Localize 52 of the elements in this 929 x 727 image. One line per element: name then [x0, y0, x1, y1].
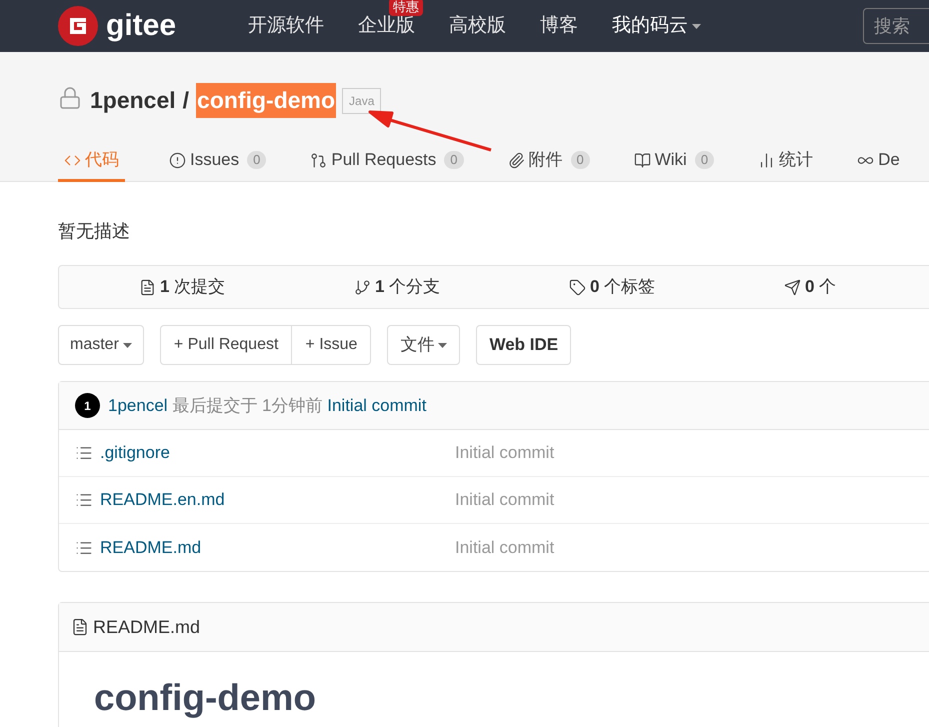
pull-request-icon	[310, 152, 328, 168]
branch-icon[interactable]	[354, 278, 371, 296]
logo-icon	[58, 6, 98, 46]
pull-request-button[interactable]: + Pull Request	[160, 325, 292, 365]
repo-tab[interactable]: 附件 0	[508, 148, 590, 182]
paperclip-icon	[508, 152, 524, 168]
document-icon[interactable]	[139, 278, 156, 296]
repo-owner[interactable]: 1pencel	[90, 83, 176, 118]
repo-tab[interactable]: Wiki 0	[634, 148, 714, 182]
caret-icon	[692, 24, 701, 28]
file-link[interactable]: README.md	[100, 534, 455, 560]
last-commit-info: 1pencel 最后提交于 1分钟前 Initial commit	[108, 394, 426, 417]
avatar: 1	[75, 393, 100, 418]
repo-tab[interactable]: Pull Requests 0	[310, 148, 464, 182]
branch-select[interactable]: master	[58, 325, 144, 365]
readme-heading: config-demo	[93, 676, 317, 720]
book-icon	[634, 152, 651, 168]
nav-link[interactable]: 高校版	[449, 12, 506, 40]
web-ide-button[interactable]: Web IDE	[476, 325, 572, 365]
file-menu-button[interactable]: 文件	[387, 325, 460, 365]
tag-icon[interactable]	[569, 278, 586, 296]
issue-button[interactable]: + Issue	[292, 325, 372, 365]
file-icon	[75, 491, 93, 509]
count-badge: 0	[247, 151, 266, 169]
promo-badge: 特惠	[389, 0, 423, 16]
nav-link[interactable]: 博客	[540, 12, 578, 40]
caret-icon	[122, 342, 132, 348]
repo-tab[interactable]: 统计	[758, 148, 814, 182]
path-separator: /	[182, 86, 190, 116]
repo-tab[interactable]: De	[857, 148, 900, 182]
count-badge: 0	[570, 151, 590, 169]
count-badge: 0	[694, 151, 714, 169]
logo-text: gitee	[106, 11, 176, 41]
stat-link[interactable]: 1 次提交	[160, 274, 226, 300]
document-icon	[71, 618, 89, 636]
file-link[interactable]: .gitignore	[100, 440, 455, 466]
file-link[interactable]: README.en.md	[100, 487, 455, 513]
lock-icon	[58, 86, 82, 110]
readme-title: README.md	[93, 616, 200, 638]
stat-link[interactable]: 1 个分支	[375, 274, 440, 300]
nav-link[interactable]: 我的码云	[612, 12, 701, 40]
nav-link[interactable]: 开源软件	[248, 12, 324, 40]
repo-description: 暂无描述	[58, 220, 131, 243]
count-badge: 0	[444, 151, 464, 169]
repo-tab[interactable]: Issues 0	[169, 148, 266, 182]
stat-link[interactable]: 0 个	[805, 274, 836, 300]
alert-circle-icon	[169, 152, 186, 168]
caret-icon	[438, 342, 448, 348]
paper-plane-icon[interactable]	[784, 278, 801, 296]
file-icon	[75, 444, 93, 462]
search-field[interactable]: 搜索	[863, 8, 929, 44]
stat-link[interactable]: 0 个标签	[590, 274, 656, 300]
